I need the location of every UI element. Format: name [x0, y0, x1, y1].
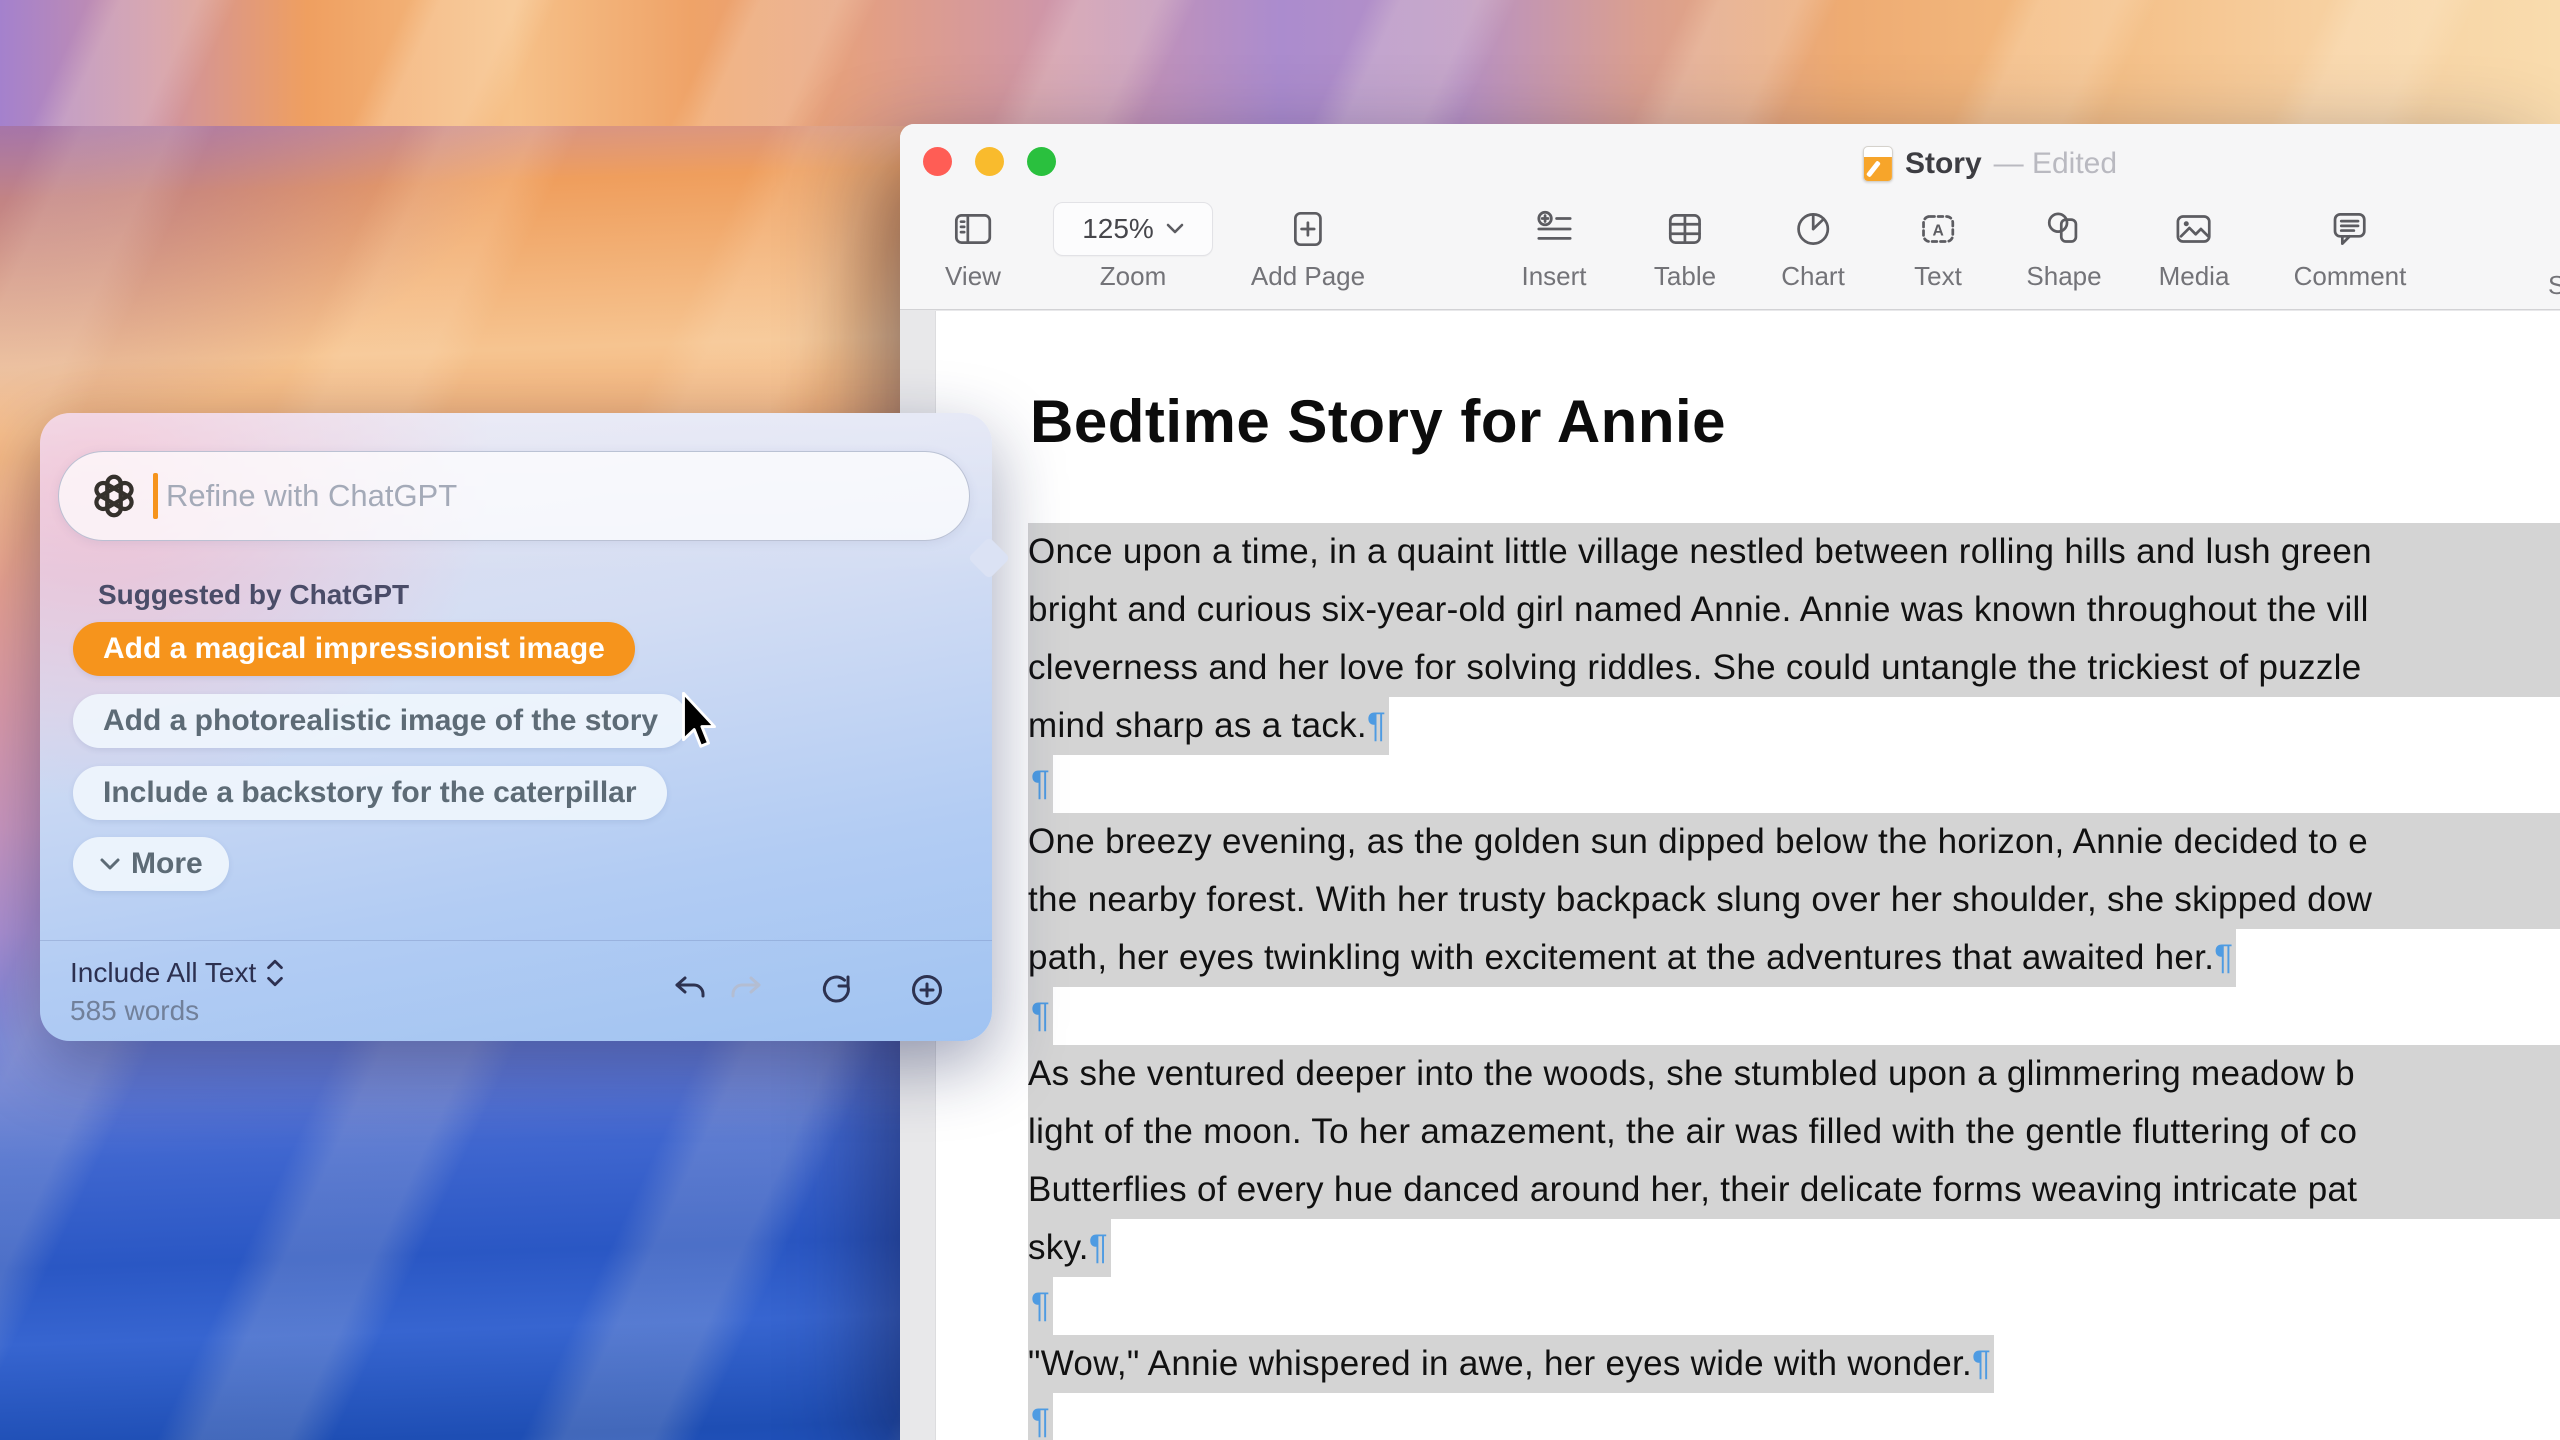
text-line[interactable]: cleverness and her love for solving ridd… — [1028, 639, 2560, 697]
text-line[interactable]: mind sharp as a tack.¶ — [1028, 697, 2560, 755]
text-icon: A — [1914, 202, 1962, 256]
text-line[interactable]: light of the moon. To her amazement, the… — [1028, 1103, 2560, 1161]
text-line[interactable]: As she ventured deeper into the woods, s… — [1028, 1045, 2560, 1103]
chevron-down-icon — [100, 858, 120, 869]
pages-document-icon — [1862, 146, 1893, 182]
chart-icon — [1781, 202, 1845, 256]
text-line[interactable]: Once upon a time, in a quaint little vil… — [1028, 523, 2560, 581]
suggested-by-label: Suggested by ChatGPT — [98, 579, 410, 610]
include-text-selector[interactable]: Include All Text — [70, 957, 286, 989]
media-icon — [2159, 202, 2230, 256]
toolbar-item-add-page[interactable]: Add Page — [1251, 202, 1365, 292]
insert-icon — [1521, 202, 1586, 256]
document-canvas: Bedtime Story for Annie Once upon a time… — [900, 311, 2560, 1440]
text-line[interactable]: Butterflies of every hue danced around h… — [1028, 1161, 2560, 1219]
text-line-empty[interactable]: ¶ — [1028, 755, 2560, 813]
pilcrow-mark: ¶ — [1972, 1344, 1992, 1383]
pilcrow-mark: ¶ — [1031, 764, 1051, 803]
popup-footer: Include All Text 585 words — [40, 940, 992, 1041]
table-icon — [1654, 202, 1716, 256]
more-button[interactable]: More — [73, 837, 229, 891]
zoom-dropdown[interactable]: 125% — [1053, 202, 1213, 256]
document-title: Story — [1904, 147, 1982, 180]
retry-button[interactable] — [818, 971, 856, 1009]
add-page-icon — [1251, 202, 1365, 256]
redo-button[interactable] — [728, 971, 766, 1009]
up-down-chevrons-icon — [267, 959, 284, 987]
toolbar-item-insert[interactable]: Insert — [1521, 202, 1587, 292]
desktop-wallpaper-top — [0, 0, 2560, 126]
pilcrow-mark: ¶ — [1088, 1228, 1108, 1267]
toolbar-item-clipped[interactable]: S — [2548, 270, 2560, 301]
chatgpt-refine-popup: Suggested by ChatGPT Add a magical impre… — [40, 413, 1011, 1041]
close-button[interactable] — [923, 147, 952, 176]
toolbar-item-media[interactable]: Media — [2159, 202, 2230, 292]
toolbar-item-table[interactable]: Table — [1654, 202, 1716, 292]
pilcrow-mark: ¶ — [1366, 706, 1387, 745]
document-heading[interactable]: Bedtime Story for Annie — [1030, 387, 1726, 456]
text-line[interactable]: "Wow," Annie whispered in awe, her eyes … — [1028, 1335, 2560, 1393]
pilcrow-mark: ¶ — [1031, 996, 1051, 1035]
view-icon — [945, 202, 1001, 256]
text-line[interactable]: One breezy evening, as the golden sun di… — [1028, 813, 2560, 871]
toolbar-item-comment[interactable]: Comment — [2294, 202, 2407, 292]
minimize-button[interactable] — [975, 147, 1004, 176]
refine-input-container[interactable] — [58, 451, 970, 541]
toolbar-item-shape[interactable]: Shape — [2026, 202, 2102, 292]
text-line-empty[interactable]: ¶ — [1028, 1393, 2560, 1440]
pilcrow-mark: ¶ — [2214, 938, 2234, 977]
text-line-empty[interactable]: ¶ — [1028, 1277, 2560, 1335]
chatgpt-logo-icon — [94, 474, 134, 518]
suggestion-photorealistic[interactable]: Add a photorealistic image of the story — [73, 694, 689, 748]
suggestion-magical-impressionist[interactable]: Add a magical impressionist image — [73, 622, 635, 676]
toolbar-item-chart[interactable]: Chart — [1781, 202, 1845, 292]
window-header: Story — Edited View 125% Zoom Add Page I… — [900, 124, 2560, 310]
toolbar-item-text[interactable]: A Text — [1914, 202, 1962, 292]
chevron-down-icon — [1166, 223, 1184, 234]
comment-icon — [2294, 202, 2407, 256]
refine-input[interactable] — [158, 478, 969, 514]
pilcrow-mark: ¶ — [1031, 1402, 1051, 1440]
window-title: Story — Edited — [1862, 146, 2118, 182]
text-line[interactable]: path, her eyes twinkling with excitement… — [1028, 929, 2560, 987]
shape-icon — [2026, 202, 2101, 256]
pages-window: Story — Edited View 125% Zoom Add Page I… — [900, 124, 2560, 1440]
text-line-empty[interactable]: ¶ — [1028, 987, 2560, 1045]
undo-button[interactable] — [670, 971, 708, 1009]
word-count: 585 words — [70, 995, 200, 1026]
toolbar-item-zoom[interactable]: 125% Zoom — [1053, 202, 1213, 292]
suggestion-backstory[interactable]: Include a backstory for the caterpillar — [73, 766, 667, 820]
svg-text:A: A — [1932, 222, 1943, 239]
fullscreen-button[interactable] — [1027, 147, 1056, 176]
add-button[interactable] — [908, 971, 946, 1009]
text-line[interactable]: bright and curious six-year-old girl nam… — [1028, 581, 2560, 639]
toolbar-item-view[interactable]: View — [945, 202, 1001, 292]
document-edited-status: — Edited — [1993, 147, 2118, 180]
text-line[interactable]: the nearby forest. With her trusty backp… — [1028, 871, 2560, 929]
text-line[interactable]: sky.¶ — [1028, 1219, 2560, 1277]
pilcrow-mark: ¶ — [1031, 1286, 1051, 1325]
mouse-cursor — [682, 692, 716, 748]
